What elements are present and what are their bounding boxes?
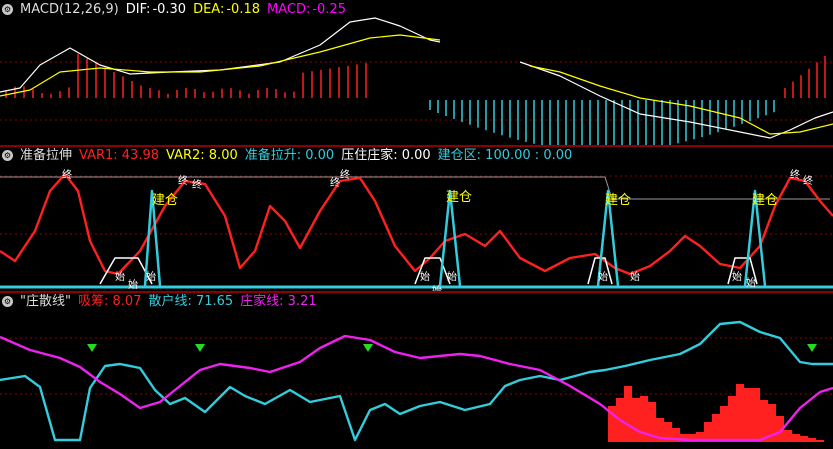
zhong-label: 终 bbox=[330, 176, 340, 189]
xichou-bar bbox=[728, 396, 736, 442]
jiancang-label: 建仓 bbox=[752, 193, 778, 208]
zhong-label: 终 bbox=[62, 168, 72, 181]
dea-label: DEA: bbox=[193, 2, 225, 17]
zhong-label: 终 bbox=[192, 178, 202, 191]
var1-line bbox=[0, 172, 833, 276]
xichou-bar bbox=[760, 400, 768, 442]
xichou-value: 吸筹: 8.07 bbox=[77, 294, 142, 309]
zhunbei-value: 准备拉升: 0.00 bbox=[244, 148, 335, 163]
zhong-label: 终 bbox=[178, 174, 188, 187]
dea-value: -0.18 bbox=[226, 2, 260, 17]
xichou-bar bbox=[800, 436, 808, 442]
var1-value: VAR1: 43.98 bbox=[79, 148, 160, 163]
zhong-label: 终 bbox=[803, 174, 813, 187]
shi-label: 始 bbox=[146, 270, 156, 283]
zhuangjia-value: 庄家线: 3.21 bbox=[240, 294, 317, 309]
buy-arrow-icon bbox=[363, 344, 373, 352]
shi-label: 始 bbox=[732, 270, 742, 283]
macd-label: MACD: bbox=[267, 2, 311, 17]
macd-header: ⚙ MACD(12,26,9) DIF: -0.30 DEA: -0.18 MACD: -0.… bbox=[2, 2, 353, 18]
xichou-bar bbox=[720, 406, 728, 442]
zhunbei-name: 准备拉伸 bbox=[20, 148, 73, 163]
xichou-bar bbox=[816, 440, 824, 442]
jiancang-label: 建仓 bbox=[446, 190, 472, 205]
zhong-label: 终 bbox=[790, 168, 800, 181]
macd-value: -0.25 bbox=[312, 2, 346, 17]
jiancang-label: 建仓 bbox=[152, 193, 178, 208]
xichou-bar bbox=[624, 386, 632, 442]
jiancang-value: 建仓区: 100.00 : 0.00 bbox=[437, 148, 573, 163]
xichou-bar bbox=[752, 388, 760, 442]
macd-panel: ⚙ MACD(12,26,9) DIF: -0.30 DEA: -0.18 MACD: -0.… bbox=[0, 0, 833, 146]
zhuangsan-name: "庄散线" bbox=[20, 294, 71, 309]
shi-label: 始 bbox=[420, 270, 430, 283]
buy-arrow-icon bbox=[195, 344, 205, 352]
jiancang-line bbox=[0, 176, 830, 200]
zhunbei-chart: 建仓 建仓 建仓 建仓终终终终终 终终始始始 始始始始始始始 bbox=[0, 168, 833, 292]
shi-label: 始 bbox=[447, 270, 457, 283]
xichou-bar bbox=[712, 414, 720, 442]
shi-label: 始 bbox=[630, 270, 640, 283]
dea-line bbox=[529, 65, 833, 135]
settings-circle-icon[interactable]: ⚙ bbox=[2, 4, 13, 15]
var2-value: VAR2: 8.00 bbox=[166, 148, 238, 163]
dif-value: -0.30 bbox=[152, 2, 187, 17]
zhunbei-panel: 建仓 建仓 建仓 建仓终终终终终终终始始始始始始始始始始 ⚙ 准备拉伸 VAR1: 43.… bbox=[0, 146, 833, 292]
xichou-bar bbox=[744, 388, 752, 442]
zhuangsan-chart bbox=[0, 320, 833, 442]
xichou-bar bbox=[784, 430, 792, 442]
shi-label: 始 bbox=[746, 276, 756, 289]
shi-label: 始 bbox=[598, 270, 608, 283]
shi-label: 始 bbox=[128, 278, 138, 291]
dif-label: DIF: bbox=[125, 2, 151, 17]
zhunbei-header: ⚙ 准备拉伸 VAR1: 43.98 VAR2: 8.00 准备拉升: 0.00 压住庄家… bbox=[2, 148, 579, 164]
dif-line bbox=[519, 61, 833, 139]
dif-line bbox=[0, 17, 441, 93]
yazhu-value: 压住庄家: 0.00 bbox=[341, 148, 431, 163]
settings-circle-icon[interactable]: ⚙ bbox=[2, 296, 13, 307]
zhuangsan-panel: ⚙ "庄散线" 吸筹: 8.07 散户线: 71.65 庄家线: 3.21 bbox=[0, 292, 833, 449]
buy-arrow-icon bbox=[87, 344, 97, 352]
macd-name: MACD(12,26,9) bbox=[20, 2, 119, 17]
xichou-bar bbox=[808, 438, 816, 442]
macd-chart bbox=[0, 17, 833, 146]
zhuangsan-header: ⚙ "庄散线" 吸筹: 8.07 散户线: 71.65 庄家线: 3.21 bbox=[2, 294, 324, 310]
xichou-bar bbox=[736, 384, 744, 442]
shi-label: 始 bbox=[115, 270, 125, 283]
dea-line bbox=[0, 34, 441, 97]
jiancang-label: 建仓 bbox=[605, 193, 631, 208]
sanhu-value: 散户线: 71.65 bbox=[148, 294, 234, 309]
settings-circle-icon[interactable]: ⚙ bbox=[2, 150, 13, 161]
zhong-label: 终 bbox=[340, 168, 350, 181]
xichou-bar bbox=[792, 434, 800, 442]
buy-arrow-icon bbox=[807, 344, 817, 352]
xichou-bar bbox=[632, 398, 640, 442]
